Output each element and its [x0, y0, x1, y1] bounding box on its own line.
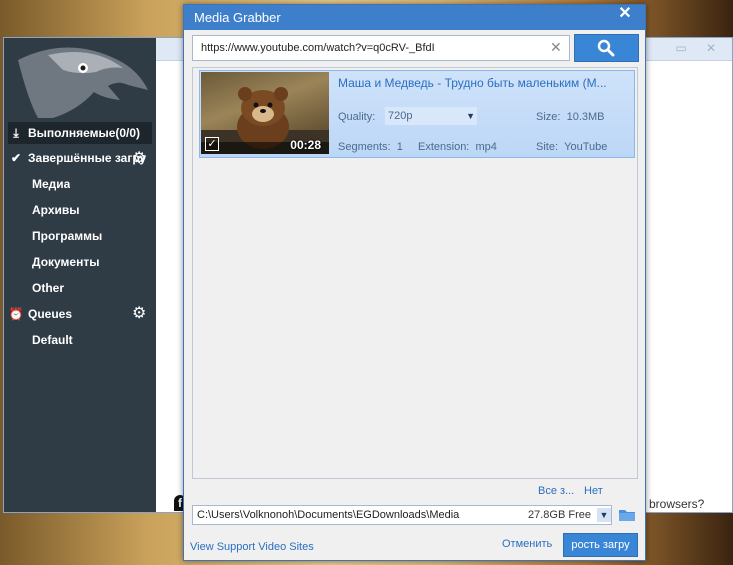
video-title[interactable]: Маша и Медведь - Трудно быть маленьким (… [338, 76, 633, 90]
search-icon [597, 39, 615, 57]
sidebar-item-documents[interactable]: Документы [8, 251, 99, 273]
sidebar: ⤓ Выполняемые(0/0) ✔ Завершённые загру ⚙ М… [4, 38, 156, 512]
video-thumbnail: ✓ 00:28 [201, 72, 329, 154]
sidebar-item-programs[interactable]: Программы [8, 225, 102, 247]
segments-info: Segments: 1 [338, 141, 403, 153]
save-path-value: C:\Users\Volknonoh\Documents\EGDownloads… [197, 509, 460, 521]
sidebar-item-active-downloads[interactable]: ⤓ Выполняемые(0/0) [8, 122, 152, 144]
eagle-logo-icon [18, 47, 148, 118]
video-list-item[interactable]: ✓ 00:28 Маша и Медведь - Трудно быть мал… [199, 70, 635, 158]
close-icon[interactable]: ✕ [702, 41, 720, 55]
quality-label: Quality: [338, 111, 376, 123]
sidebar-item-queues[interactable]: ⏰ Queues [8, 303, 73, 325]
sidebar-item-archives[interactable]: Архивы [8, 199, 80, 221]
folder-icon[interactable] [617, 505, 637, 525]
search-button[interactable] [574, 34, 639, 62]
free-space-label: 27.8GB Free [528, 509, 591, 521]
select-none-link[interactable]: Нет [584, 485, 603, 497]
quality-select[interactable]: 720p ▼ [385, 107, 477, 125]
select-checkbox[interactable]: ✓ [205, 137, 219, 151]
select-all-link[interactable]: Все з... [538, 485, 574, 497]
video-list: ✓ 00:28 Маша и Медведь - Трудно быть мал… [192, 67, 638, 479]
dialog-title: Media Grabber [184, 5, 645, 30]
minimize-icon[interactable]: ▭ [672, 41, 690, 55]
browsers-hint-text: browsers? [649, 497, 705, 511]
chevron-down-icon[interactable]: ▼ [597, 508, 611, 522]
site-info: Site: YouTube [536, 141, 608, 153]
download-icon: ⤓ [13, 126, 19, 140]
save-path-field[interactable]: C:\Users\Volknonoh\Documents\EGDownloads… [192, 505, 612, 525]
sidebar-item-media[interactable]: Медиа [8, 173, 70, 195]
sidebar-item-other[interactable]: Other [8, 277, 64, 299]
chevron-down-icon: ▼ [466, 111, 475, 121]
close-icon[interactable]: ✕ [611, 5, 639, 25]
video-duration: 00:28 [290, 138, 321, 152]
url-input[interactable] [192, 35, 570, 61]
start-download-button[interactable]: рость загру [563, 533, 638, 557]
size-info: Size: 10.3MB [536, 111, 605, 123]
check-circle-icon: ✔ [10, 151, 22, 165]
sidebar-item-completed[interactable]: ✔ Завершённые загру [8, 147, 146, 169]
quality-value: 720p [388, 110, 413, 122]
sidebar-item-default-queue[interactable]: Default [8, 329, 73, 351]
media-grabber-dialog: Media Grabber ✕ ✕ [183, 4, 646, 561]
gear-icon[interactable]: ⚙ [132, 303, 146, 323]
support-sites-link[interactable]: View Support Video Sites [190, 541, 314, 553]
gear-icon[interactable]: ⚙ [132, 148, 146, 168]
extension-info: Extension: mp4 [418, 141, 497, 153]
cancel-button[interactable]: Отменить [502, 538, 552, 550]
clock-icon: ⏰ [8, 307, 24, 321]
clear-icon[interactable]: ✕ [550, 39, 562, 56]
